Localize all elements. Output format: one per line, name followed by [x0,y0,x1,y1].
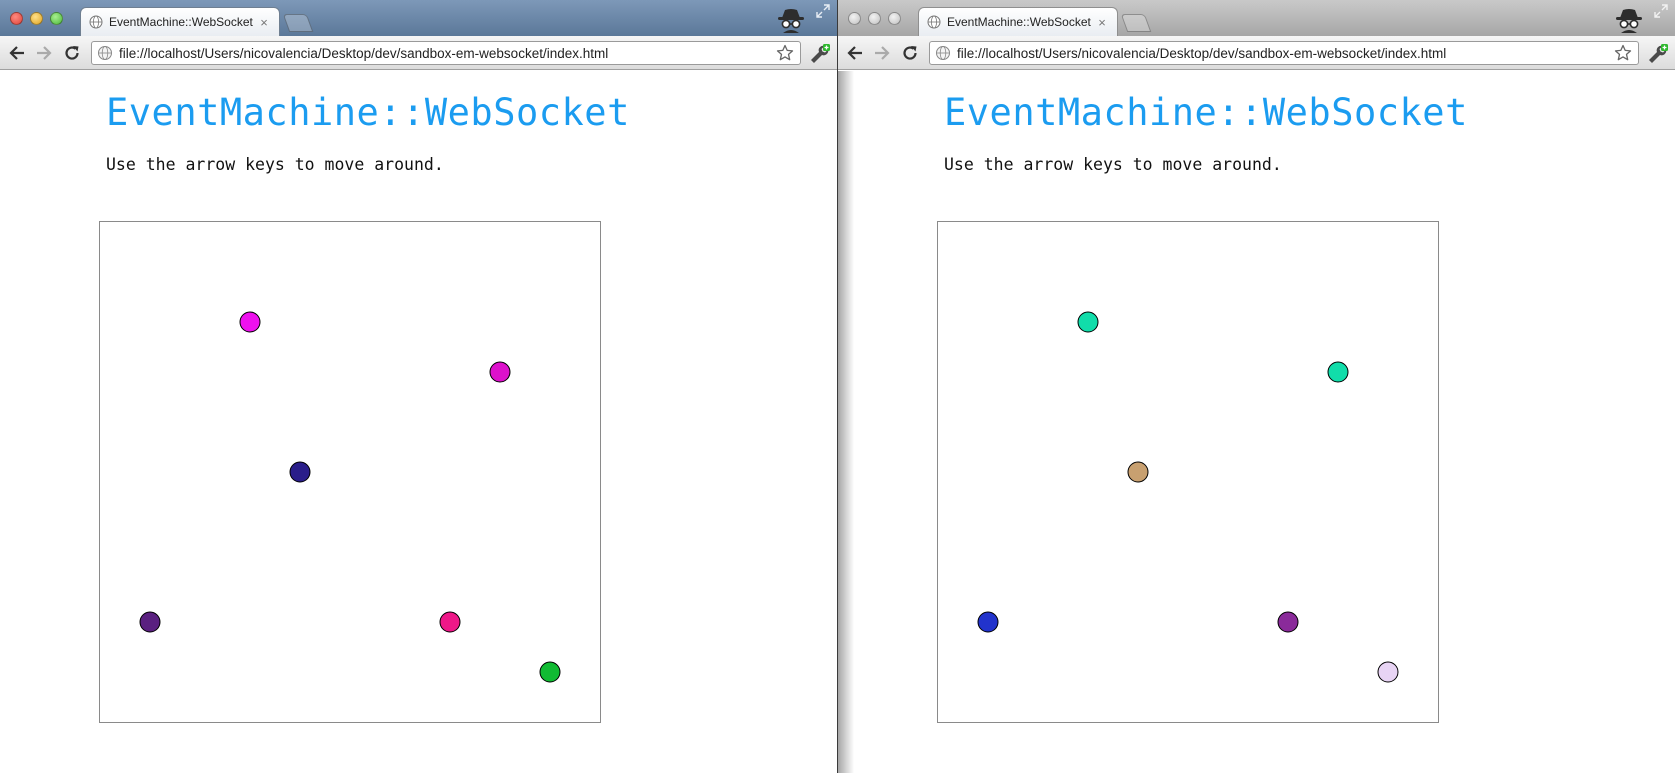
globe-icon [89,15,103,29]
player-dot-6 [1377,661,1399,683]
fullscreen-icon[interactable] [1653,3,1669,19]
star-icon[interactable] [1614,44,1632,62]
address-bar-url: file://localhost/Users/nicovalencia/Desk… [957,45,1447,61]
player-dot-5 [439,611,461,633]
player-dot-6 [539,661,561,683]
tab-title: EventMachine::WebSocket [947,15,1091,29]
game-canvas-svg [139,311,561,683]
page-content: EventMachine::WebSocket Use the arrow ke… [0,71,837,773]
back-arrow-icon[interactable] [7,43,27,63]
address-bar[interactable]: file://localhost/Users/nicovalencia/Desk… [929,41,1639,65]
wrench-icon[interactable] [808,43,830,63]
tab-active[interactable]: EventMachine::WebSocket × [918,7,1118,36]
incognito-icon [778,9,804,33]
tab-close-icon[interactable]: × [257,15,271,30]
window-controls [10,12,63,25]
player-dot-4 [139,611,161,633]
globe-icon [936,46,950,60]
browser-toolbar: file://localhost/Users/nicovalencia/Desk… [0,36,837,70]
address-bar-url: file://localhost/Users/nicovalencia/Desk… [119,45,609,61]
window-shadow [838,71,854,773]
close-window-button[interactable] [10,12,23,25]
page-content: EventMachine::WebSocket Use the arrow ke… [838,71,1675,773]
globe-icon [98,46,112,60]
page-title: EventMachine::WebSocket [106,91,630,134]
zoom-window-button[interactable] [888,12,901,25]
player-dot-4 [977,611,999,633]
player-dot-1 [1077,311,1099,333]
reload-icon[interactable] [62,43,82,63]
browser-window-left: EventMachine::WebSocket × file://localho… [0,0,837,773]
game-canvas[interactable] [937,221,1439,723]
new-tab-button[interactable] [282,14,314,32]
tab-title: EventMachine::WebSocket [109,15,253,29]
tab-active[interactable]: EventMachine::WebSocket × [80,7,280,36]
window-controls [848,12,901,25]
tab-strip: EventMachine::WebSocket × [0,0,837,36]
game-canvas-svg [977,311,1399,683]
player-dot-5 [1277,611,1299,633]
reload-icon[interactable] [900,43,920,63]
wrench-icon[interactable] [1646,43,1668,63]
star-icon[interactable] [776,44,794,62]
fullscreen-icon[interactable] [815,3,831,19]
zoom-window-button[interactable] [50,12,63,25]
player-dot-1 [239,311,261,333]
forward-arrow-icon[interactable] [34,43,54,63]
tab-strip: EventMachine::WebSocket × [838,0,1675,36]
tab-close-icon[interactable]: × [1095,15,1109,30]
browser-toolbar: file://localhost/Users/nicovalencia/Desk… [838,36,1675,70]
forward-arrow-icon[interactable] [872,43,892,63]
page-instructions: Use the arrow keys to move around. [944,155,1282,174]
address-bar[interactable]: file://localhost/Users/nicovalencia/Desk… [91,41,801,65]
player-dot-3 [289,461,311,483]
minimize-window-button[interactable] [30,12,43,25]
incognito-icon [1616,9,1642,33]
new-tab-button[interactable] [1120,14,1152,32]
browser-window-right: EventMachine::WebSocket × file://localho… [838,0,1675,773]
game-canvas[interactable] [99,221,601,723]
minimize-window-button[interactable] [868,12,881,25]
player-dot-3 [1127,461,1149,483]
close-window-button[interactable] [848,12,861,25]
back-arrow-icon[interactable] [845,43,865,63]
player-dot-2 [489,361,511,383]
globe-icon [927,15,941,29]
player-dot-2 [1327,361,1349,383]
page-instructions: Use the arrow keys to move around. [106,155,444,174]
page-title: EventMachine::WebSocket [944,91,1468,134]
